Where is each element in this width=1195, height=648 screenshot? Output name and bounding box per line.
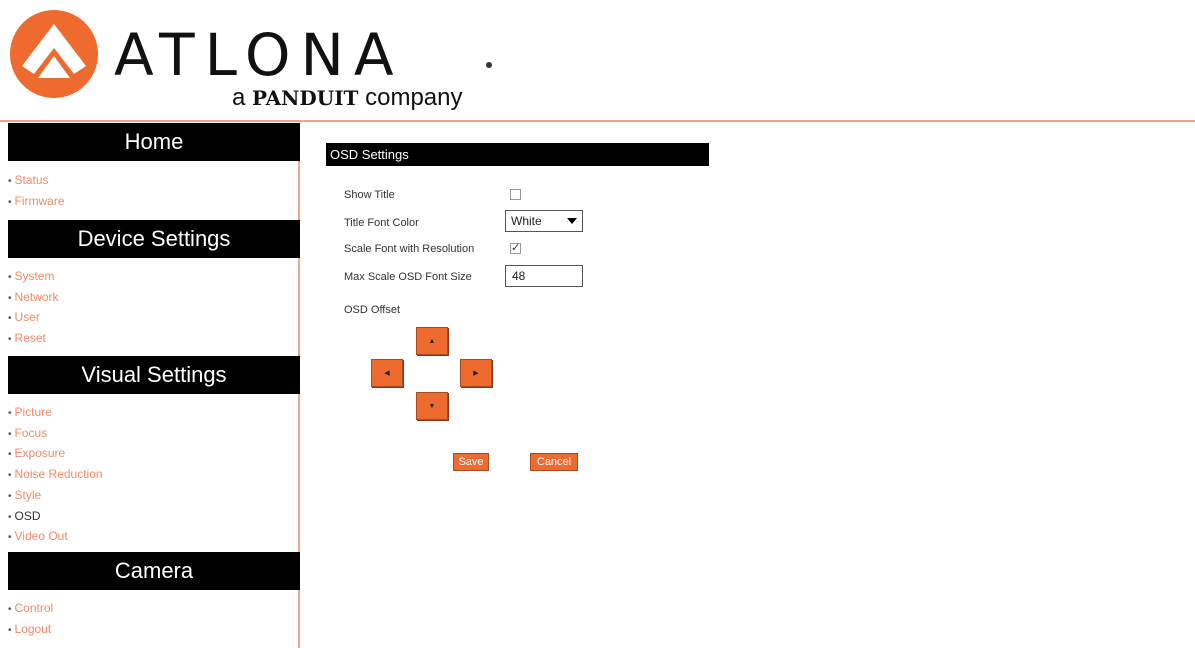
font-color-label: Title Font Color (344, 217, 419, 229)
bullet-icon: • (8, 196, 12, 208)
sidebar-item-firmware[interactable]: • Firmware (8, 192, 65, 213)
show-title-label: Show Title (344, 189, 395, 201)
sidebar-item-system[interactable]: • System (8, 267, 59, 288)
nav-list-home: • Status • Firmware (8, 171, 65, 212)
brand-dot (486, 62, 492, 68)
nav-list-device: • System • Network • User • Reset (8, 267, 59, 350)
bullet-icon: • (8, 408, 12, 419)
bullet-icon: • (8, 624, 12, 636)
arrow-up-icon: ▲ (428, 338, 436, 345)
sidebar-item-picture[interactable]: • Picture (8, 403, 103, 424)
sidebar-item-control[interactable]: • Control (8, 599, 53, 620)
bullet-icon: • (8, 470, 12, 482)
sidebar-item-status[interactable]: • Status (8, 171, 65, 192)
sidebar-item-network[interactable]: • Network (8, 288, 59, 309)
cancel-button[interactable]: Cancel (530, 453, 578, 471)
atlona-logo-icon (10, 10, 98, 98)
sidebar-item-osd[interactable]: • OSD (8, 507, 103, 528)
offset-label: OSD Offset (344, 304, 401, 316)
tagline-a: a (232, 84, 246, 111)
sidebar-item-style[interactable]: • Style (8, 486, 103, 507)
offset-right-button[interactable]: ▶ (460, 359, 492, 387)
offset-down-button[interactable]: ▼ (416, 392, 448, 420)
bullet-icon: • (8, 272, 12, 283)
show-title-checkbox[interactable] (510, 189, 521, 200)
offset-up-button[interactable]: ▲ (416, 327, 448, 355)
bullet-icon: • (8, 604, 12, 615)
offset-left-button[interactable]: ◀ (371, 359, 403, 387)
bullet-icon: • (8, 532, 12, 544)
sidebar-item-focus[interactable]: • Focus (8, 424, 103, 445)
bullet-icon: • (8, 176, 12, 187)
nav-list-camera: • Control • Logout (8, 599, 53, 640)
bullet-icon: • (8, 334, 12, 346)
main-content: OSD Settings Show Title Title Font Color… (302, 123, 1195, 648)
sidebar-item-reset[interactable]: • Reset (8, 329, 59, 350)
arrow-down-icon: ▼ (428, 403, 436, 410)
nav-list-visual: • Picture • Focus • Exposure • Noise Reducti… (8, 403, 103, 548)
sidebar-item-user[interactable]: • User (8, 308, 59, 329)
header: ATLONA a PANDUIT company (0, 0, 1195, 122)
tagline-company: company (365, 84, 463, 111)
max-font-label: Max Scale OSD Font Size (344, 271, 472, 283)
section-home: Home (8, 123, 300, 161)
section-device-settings: Device Settings (8, 220, 300, 258)
arrow-right-icon: ▶ (473, 370, 479, 377)
section-visual-settings: Visual Settings (8, 356, 300, 394)
chevron-down-icon (567, 218, 577, 224)
font-color-value: White (511, 214, 542, 228)
sidebar: Home • Status • Firmware Device Settings •… (0, 123, 300, 648)
arrow-left-icon: ◀ (384, 370, 390, 377)
font-color-select[interactable]: White (505, 210, 583, 232)
brand-name: ATLONA (114, 21, 404, 89)
brand-tagline: a PANDUIT company (232, 84, 463, 112)
max-font-input[interactable]: 48 (505, 265, 583, 287)
bullet-icon: • (8, 313, 12, 325)
scale-font-checkbox[interactable] (510, 241, 521, 254)
sidebar-item-exposure[interactable]: • Exposure (8, 444, 103, 465)
panel-title: OSD Settings (326, 143, 709, 166)
section-camera: Camera (8, 552, 300, 590)
bullet-icon: • (8, 490, 12, 502)
tagline-panduit: PANDUIT (252, 86, 359, 110)
bullet-icon: • (8, 511, 12, 523)
save-button[interactable]: Save (453, 453, 489, 471)
sidebar-item-noise-reduction[interactable]: • Noise Reduction (8, 465, 103, 486)
scale-font-label: Scale Font with Resolution (344, 243, 475, 255)
bullet-icon: • (8, 428, 12, 440)
bullet-icon: • (8, 449, 12, 461)
sidebar-item-logout[interactable]: • Logout (8, 620, 53, 641)
bullet-icon: • (8, 292, 12, 304)
sidebar-item-video-out[interactable]: • Video Out (8, 527, 103, 548)
